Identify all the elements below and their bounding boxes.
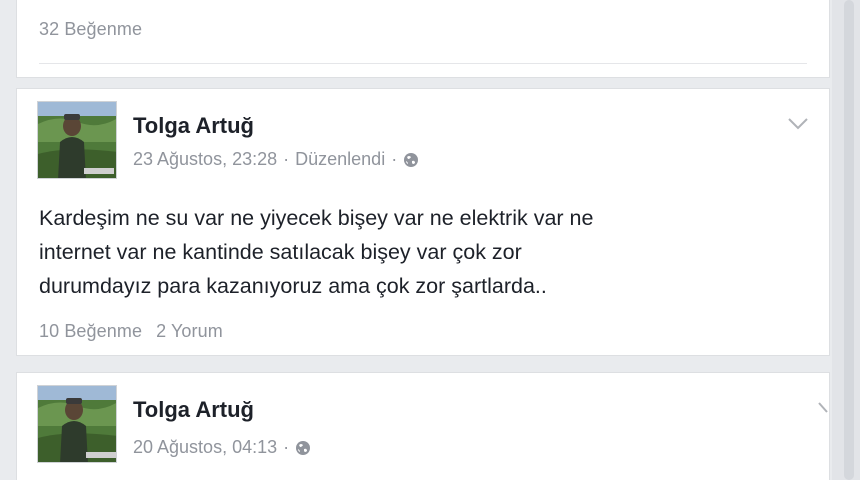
comments-count[interactable]: 2 Yorum <box>156 321 223 342</box>
likes-count[interactable]: 32 Beğenme <box>39 19 142 40</box>
likes-count[interactable]: 10 Beğenme <box>39 321 142 342</box>
edited-label[interactable]: Düzenlendi <box>295 149 385 170</box>
post-card: Tolga Artuğ 23 Ağustos, 23:28 · Düzenlen… <box>16 88 830 356</box>
chevron-down-icon[interactable] <box>787 117 809 131</box>
post-text: Kardeşim ne su var ne yiyecek bişey var … <box>39 201 799 303</box>
post-date[interactable]: 23 Ağustos, 23:28 <box>133 149 277 170</box>
news-feed: 32 Beğenme Tolga Artuğ 23 Ağustos, 23:28… <box>0 0 860 480</box>
right-gutter <box>832 0 860 480</box>
post-meta: 23 Ağustos, 23:28 · Düzenlendi · <box>133 149 419 170</box>
avatar[interactable] <box>37 101 117 179</box>
post-card-previous: 32 Beğenme <box>16 0 830 78</box>
post-card: Tolga Artuğ 20 Ağustos, 04:13 · <box>16 372 830 480</box>
meta-separator: · <box>391 149 398 169</box>
scrollbar[interactable] <box>844 0 854 480</box>
author-name[interactable]: Tolga Artuğ <box>133 113 254 139</box>
globe-icon <box>403 152 419 168</box>
chevron-down-icon[interactable] <box>817 401 829 415</box>
divider <box>39 63 807 64</box>
meta-separator: · <box>283 149 290 169</box>
post-meta: 20 Ağustos, 04:13 · <box>133 437 311 458</box>
post-stats: 10 Beğenme 2 Yorum <box>39 321 223 342</box>
post-text-line: internet var ne kantinde satılacak bişey… <box>39 240 522 264</box>
avatar[interactable] <box>37 385 117 463</box>
avatar-photo <box>38 386 116 462</box>
post-text-line: durumdayız para kazanıyoruz ama çok zor … <box>39 274 547 298</box>
meta-separator: · <box>283 437 290 457</box>
post-text-line: Kardeşim ne su var ne yiyecek bişey var … <box>39 206 594 230</box>
globe-icon <box>295 440 311 456</box>
avatar-photo <box>38 102 116 178</box>
post-date[interactable]: 20 Ağustos, 04:13 <box>133 437 277 458</box>
author-name[interactable]: Tolga Artuğ <box>133 397 254 423</box>
